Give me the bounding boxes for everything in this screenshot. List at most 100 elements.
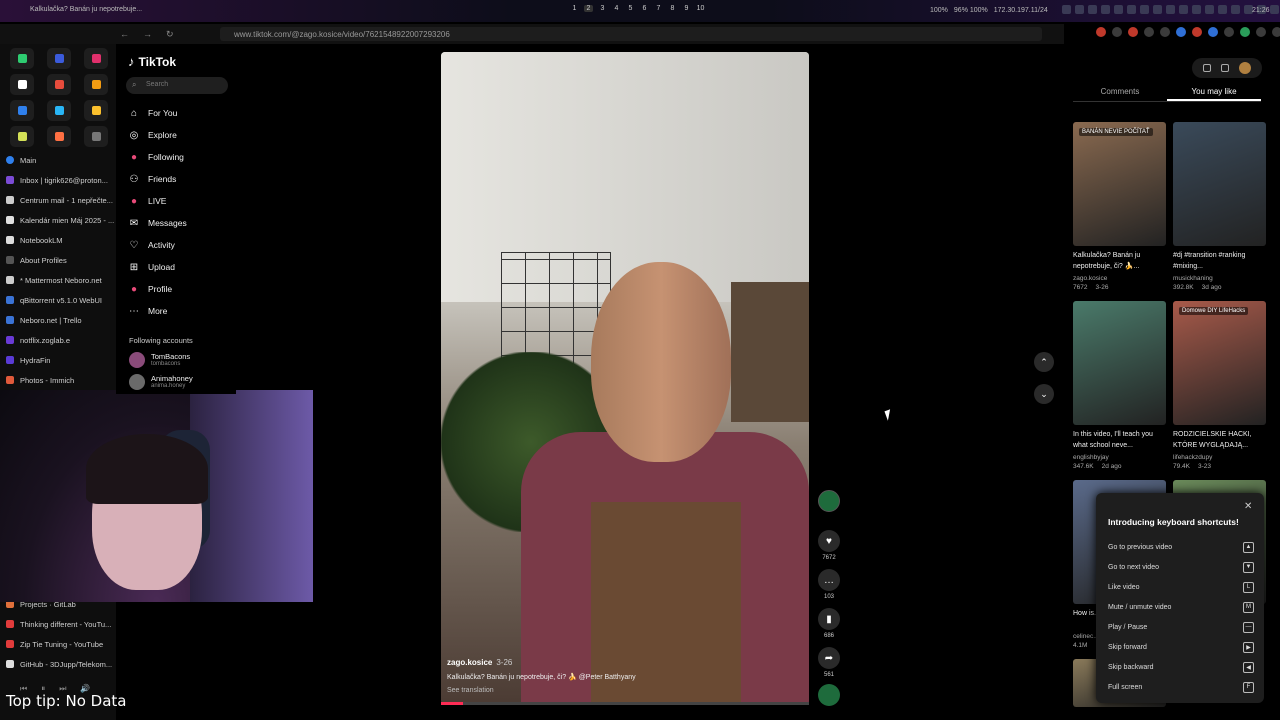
video-thumbnail[interactable] xyxy=(1073,301,1166,425)
like-icon[interactable]: ♥ xyxy=(818,530,840,552)
tab-favicon-icon xyxy=(6,660,14,668)
crop-icon[interactable] xyxy=(1203,64,1211,72)
app-icon[interactable] xyxy=(84,126,108,147)
key-icon: ▲ xyxy=(1243,541,1254,553)
video-thumbnail[interactable] xyxy=(1173,122,1266,246)
nav-item-more[interactable]: ⋯ More xyxy=(128,300,238,322)
previous-video-button[interactable]: ⌃ xyxy=(1034,352,1054,372)
close-icon[interactable]: ✕ xyxy=(1244,501,1252,512)
app-icon[interactable] xyxy=(47,48,71,69)
app-icon[interactable] xyxy=(10,48,34,69)
url-input[interactable]: www.tiktok.com/@zago.kosice/video/762154… xyxy=(220,27,1042,41)
app-icon[interactable] xyxy=(84,48,108,69)
video-thumbnail[interactable]: Domowe DIY LifeHacks xyxy=(1173,301,1266,425)
app-icon[interactable] xyxy=(84,100,108,121)
sidebar-tab[interactable]: Neboro.net | Trello xyxy=(6,310,116,330)
messenger-icon[interactable] xyxy=(10,100,34,121)
firefox-icon[interactable] xyxy=(47,126,71,147)
video-description: Kalkulačka? Banán ju nepotrebuje, či? 🍌 … xyxy=(447,674,636,681)
x-icon[interactable] xyxy=(10,74,34,95)
workspace-button[interactable]: 5 xyxy=(626,5,635,12)
workspace-button[interactable]: 9 xyxy=(682,5,691,12)
recommended-video-card[interactable]: BANÁN NEVIE POČÍTAŤ Kalkulačka? Banán ju … xyxy=(1073,122,1166,291)
sidebar-tab[interactable]: Zip Tie Tuning - YouTube xyxy=(6,634,116,654)
recommended-video-card[interactable]: In this video, I'll teach you what schoo… xyxy=(1073,301,1166,470)
shortcut-item: Play / Pause — xyxy=(1108,617,1254,637)
search-input[interactable]: ⌕ Search xyxy=(126,77,228,94)
app-icon[interactable] xyxy=(10,126,34,147)
bookmark-icon[interactable]: ▮ xyxy=(818,608,840,630)
video-author[interactable]: zago.kosice 3-26 xyxy=(447,658,777,667)
webcam-overlay xyxy=(0,390,313,602)
next-video-button[interactable]: ⌄ xyxy=(1034,384,1054,404)
workspace-button[interactable]: 7 xyxy=(654,5,663,12)
sidebar-tab[interactable]: Photos - Immich xyxy=(6,370,116,390)
tab-favicon-icon xyxy=(6,296,14,304)
shortcut-item: Skip forward ▶ xyxy=(1108,637,1254,657)
tab-favicon-icon xyxy=(6,316,14,324)
workspace-button[interactable]: 2 xyxy=(584,5,593,12)
nav-item-live[interactable]: ● LIVE xyxy=(128,190,238,212)
comment-icon[interactable]: … xyxy=(818,569,840,591)
following-account[interactable]: Animahoney anima.honey xyxy=(129,374,193,390)
app-icon[interactable] xyxy=(47,100,71,121)
video-progress-bar[interactable] xyxy=(441,702,809,705)
workspace-button[interactable]: 6 xyxy=(640,5,649,12)
workspace-button[interactable]: 4 xyxy=(612,5,621,12)
sidebar-tab[interactable]: Inbox | tigrik626@proton... xyxy=(6,170,116,190)
back-icon[interactable]: ← xyxy=(120,29,129,40)
gmail-icon[interactable] xyxy=(84,74,108,95)
nav-item-messages[interactable]: ✉ Messages xyxy=(128,212,238,234)
sidebar-tab[interactable]: About Profiles xyxy=(6,250,116,270)
forward-icon[interactable]: → xyxy=(143,29,152,40)
stat-readout: 96% 100% xyxy=(953,7,988,14)
nav-item-following[interactable]: ● Following xyxy=(128,146,238,168)
device-icon[interactable] xyxy=(1221,64,1229,72)
see-translation-link[interactable]: See translation xyxy=(447,687,777,694)
nav-item-activity[interactable]: ♡ Activity xyxy=(128,234,238,256)
sidebar-tab[interactable]: GitHub - 3DJupp/Telekom... xyxy=(6,654,116,674)
sidebar-tab[interactable]: Kalendár mien Máj 2025 - ... xyxy=(6,210,116,230)
sidebar-tab[interactable]: notflix.zoglab.e xyxy=(6,330,116,350)
workspace-button[interactable]: 10 xyxy=(696,5,705,12)
following-account[interactable]: TomBacons tombacons xyxy=(129,352,190,368)
card-username[interactable]: englishbyjay xyxy=(1073,454,1166,461)
mouse-cursor xyxy=(884,409,894,421)
video-thumbnail[interactable]: BANÁN NEVIE POČÍTAŤ xyxy=(1073,122,1166,246)
workspace-button[interactable]: 8 xyxy=(668,5,677,12)
tab-you-may-like[interactable]: You may like xyxy=(1167,84,1261,101)
gmail-icon[interactable] xyxy=(47,74,71,95)
video-player[interactable] xyxy=(441,52,809,705)
sidebar-tab[interactable]: Centrum mail - 1 nepřečte... xyxy=(6,190,116,210)
workspace-switcher[interactable]: 1 2 3 4 5 6 7 8 9 10 xyxy=(570,5,705,12)
recommended-video-card[interactable]: Domowe DIY LifeHacks RODZICIELSKIE HACKI,… xyxy=(1173,301,1266,470)
sidebar-tab[interactable]: Thinking different - YouTu... xyxy=(6,614,116,634)
card-username[interactable]: musickhaning xyxy=(1173,275,1266,282)
tab-comments[interactable]: Comments xyxy=(1073,84,1167,101)
workspace-button[interactable]: 3 xyxy=(598,5,607,12)
right-toolbar[interactable] xyxy=(1192,58,1262,78)
nav-item-explore[interactable]: ◎ Explore xyxy=(128,124,238,146)
workspace-button[interactable]: 1 xyxy=(570,5,579,12)
nav-item-friends[interactable]: ⚇ Friends xyxy=(128,168,238,190)
recommended-video-card[interactable]: #dj #transition #ranking #mixing... music… xyxy=(1173,122,1266,291)
sidebar-tab[interactable]: NotebookLM xyxy=(6,230,116,250)
nav-item-for-you[interactable]: ⌂ For You xyxy=(128,102,238,124)
card-username[interactable]: zago.kosice xyxy=(1073,275,1166,282)
reload-icon[interactable]: ↻ xyxy=(166,29,174,40)
card-username[interactable]: lifehackzdupy xyxy=(1173,454,1266,461)
profile-avatar[interactable] xyxy=(1239,62,1251,74)
tiktok-logo[interactable]: ♪ TikTok xyxy=(128,54,176,69)
share-icon[interactable]: ➦ xyxy=(818,647,840,669)
music-disc-icon[interactable] xyxy=(818,684,840,706)
sidebar-tab[interactable]: * Mattermost Neboro.net xyxy=(6,270,116,290)
nav-item-upload[interactable]: ⊞ Upload xyxy=(128,256,238,278)
extension-icons[interactable] xyxy=(1096,27,1280,37)
creator-avatar[interactable] xyxy=(818,490,840,512)
system-tray[interactable] xyxy=(1062,5,1279,14)
sidebar-tab[interactable]: qBittorrent v5.1.0 WebUI xyxy=(6,290,116,310)
nav-item-profile[interactable]: ● Profile xyxy=(128,278,238,300)
sidebar-tab[interactable]: HydraFin xyxy=(6,350,116,370)
card-stats: 79.4K 3-23 xyxy=(1173,463,1266,470)
card-date: 3d ago xyxy=(1201,284,1222,291)
